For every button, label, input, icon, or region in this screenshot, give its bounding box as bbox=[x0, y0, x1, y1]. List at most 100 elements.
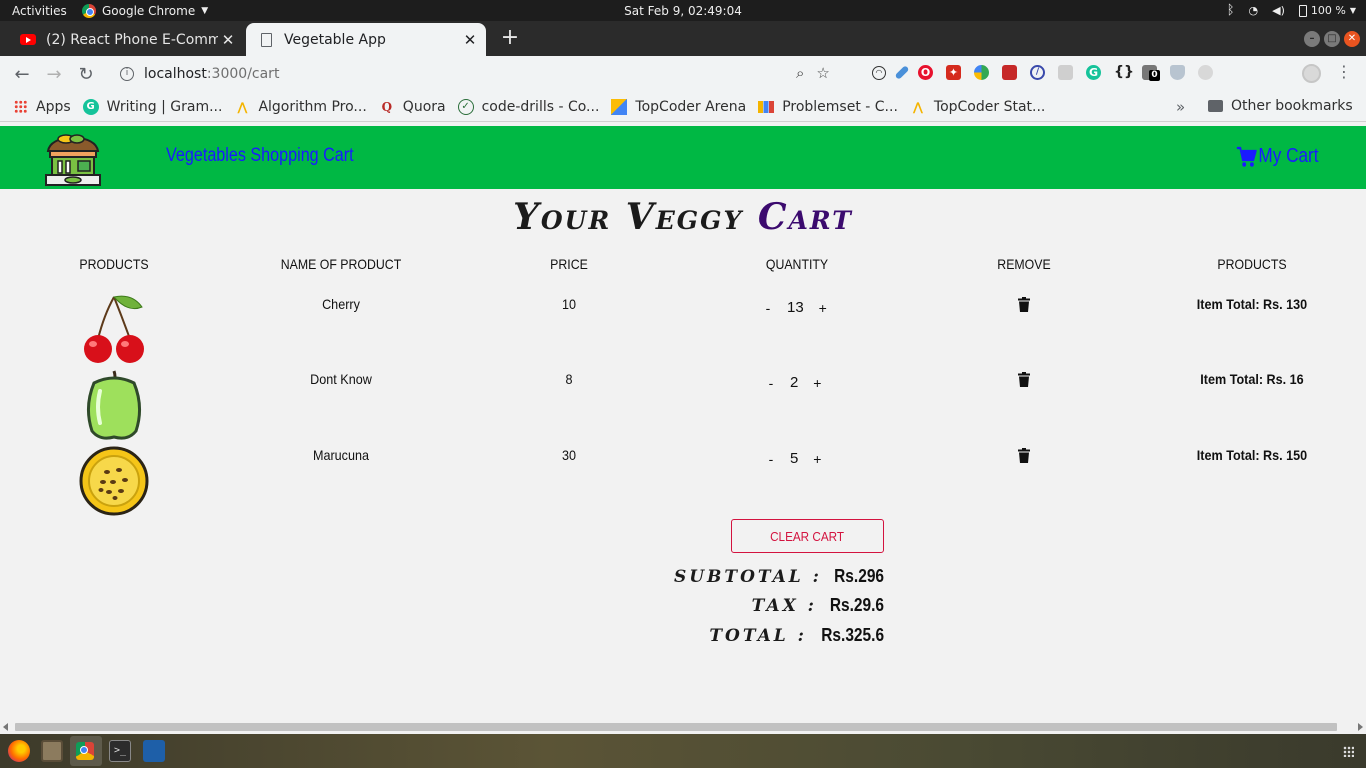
book-icon[interactable] bbox=[1002, 65, 1017, 80]
scroll-left-icon[interactable] bbox=[3, 723, 8, 731]
address-bar[interactable]: i localhost:3000/cart bbox=[108, 59, 858, 89]
clear-cart-label: clear cart bbox=[770, 528, 845, 544]
window-icon[interactable] bbox=[1058, 65, 1073, 80]
system-tray[interactable]: ᛒ ◔ ◀) 100 % ▼ bbox=[1227, 0, 1356, 21]
taskbar: >_ bbox=[0, 734, 1366, 768]
trash-icon[interactable] bbox=[1018, 448, 1030, 463]
info-icon[interactable]: i bbox=[120, 67, 134, 81]
bookmark-quora[interactable]: Q Quora bbox=[379, 99, 446, 115]
tab-react-phone[interactable]: (2) React Phone E-Comme ✕ bbox=[8, 23, 244, 56]
reload-icon[interactable]: ↻ bbox=[70, 64, 102, 85]
firefox-icon[interactable] bbox=[8, 740, 30, 762]
globe-icon[interactable] bbox=[974, 65, 989, 80]
quantity-value: 5 bbox=[790, 450, 799, 467]
extensions: ◠ O ✦ / G {} 0 bbox=[872, 65, 1213, 81]
bookmark-label: Apps bbox=[36, 98, 71, 115]
brand-link[interactable]: Vegetables Shopping Cart bbox=[166, 145, 354, 167]
other-bookmarks[interactable]: Other bookmarks bbox=[1208, 98, 1353, 114]
bookmark-star-icon[interactable]: ☆ bbox=[816, 64, 829, 82]
increment-button[interactable]: + bbox=[812, 375, 822, 391]
decrement-button[interactable]: - bbox=[766, 451, 776, 467]
forward-icon[interactable]: → bbox=[38, 64, 70, 85]
activities-button[interactable]: Activities bbox=[0, 4, 82, 18]
close-window-icon[interactable]: ✕ bbox=[1344, 31, 1360, 47]
bookmark-writing[interactable]: G Writing | Gram... bbox=[82, 98, 222, 115]
bookmark-topcoder-stat[interactable]: ⋀ TopCoder Stat... bbox=[910, 99, 1046, 115]
trash-icon[interactable] bbox=[1018, 297, 1030, 312]
clipboard-icon[interactable]: 0 bbox=[1142, 65, 1160, 81]
bookmark-label: TopCoder Arena bbox=[635, 98, 747, 115]
profile-avatar[interactable] bbox=[1302, 64, 1321, 83]
menu-icon[interactable]: ⋮ bbox=[1336, 62, 1352, 82]
subtotal-label: subtotal : bbox=[673, 567, 822, 587]
decrement-button[interactable]: - bbox=[763, 300, 773, 316]
subtotal-row: subtotal : Rs.296 bbox=[674, 566, 884, 587]
my-cart-link[interactable]: My Cart bbox=[1236, 145, 1319, 168]
bookmark-apps[interactable]: Apps bbox=[12, 99, 71, 115]
bookmark-problemset[interactable]: Problemset - C... bbox=[758, 99, 898, 115]
minimize-icon[interactable]: – bbox=[1304, 31, 1320, 47]
speedometer-icon[interactable]: ◠ bbox=[872, 65, 886, 80]
back-icon[interactable]: ← bbox=[6, 64, 38, 85]
browser-tab-strip: (2) React Phone E-Comme ✕ Vegetable App … bbox=[0, 21, 1366, 56]
wifi-icon[interactable]: ◔ bbox=[1249, 4, 1259, 17]
terminal-icon[interactable]: >_ bbox=[109, 740, 131, 762]
tab-vegetable-app[interactable]: Vegetable App ✕ bbox=[246, 23, 486, 56]
bluetooth-icon[interactable]: ᛒ bbox=[1227, 3, 1235, 18]
chrome-icon[interactable] bbox=[76, 742, 94, 760]
clear-cart-button[interactable]: clear cart bbox=[731, 519, 884, 553]
clock[interactable]: Sat Feb 9, 02:49:04 bbox=[624, 4, 742, 18]
shield-icon[interactable] bbox=[1170, 65, 1185, 80]
column-header-price: price bbox=[550, 256, 588, 272]
quantity-stepper: - 2 + bbox=[766, 374, 822, 391]
url-path: :3000/cart bbox=[206, 66, 280, 82]
app-menu-label: Google Chrome bbox=[102, 3, 196, 18]
chevron-down-icon: ▼ bbox=[201, 5, 209, 16]
opera-icon[interactable]: O bbox=[918, 65, 933, 80]
pen-icon[interactable] bbox=[894, 65, 910, 80]
item-total: Item Total: Rs. 16 bbox=[1200, 371, 1304, 387]
battery-icon[interactable] bbox=[1298, 4, 1307, 17]
grammarly-icon: G bbox=[82, 98, 99, 115]
page-title: Your Veggy Cart bbox=[0, 196, 1366, 238]
item-total: Item Total: Rs. 150 bbox=[1196, 447, 1308, 463]
window-controls: – □ ✕ bbox=[1304, 31, 1360, 47]
zoom-icon[interactable]: ⌕ bbox=[796, 64, 804, 82]
new-tab-button[interactable]: + bbox=[498, 27, 522, 49]
puzzle-icon[interactable]: ✦ bbox=[946, 65, 961, 80]
bookmark-label: Quora bbox=[402, 98, 446, 115]
bookmark-topcoder-arena[interactable]: TopCoder Arena bbox=[611, 98, 747, 115]
circle-extension-icon[interactable] bbox=[1198, 65, 1213, 80]
json-braces-icon[interactable]: {} bbox=[1114, 65, 1134, 80]
increment-button[interactable]: + bbox=[812, 451, 822, 467]
close-tab-icon[interactable]: ✕ bbox=[218, 31, 238, 49]
horizontal-scrollbar[interactable] bbox=[0, 720, 1366, 734]
app-menu[interactable]: Google Chrome ▼ bbox=[82, 3, 209, 18]
column-header-remove: remove bbox=[997, 256, 1051, 272]
topcoder-icon bbox=[611, 98, 628, 115]
total-value: Rs.325.6 bbox=[821, 625, 884, 645]
extension-badge: 0 bbox=[1149, 70, 1160, 81]
volume-icon[interactable]: ◀) bbox=[1272, 4, 1285, 17]
grammarly-icon[interactable]: G bbox=[1086, 65, 1101, 80]
bookmark-algorithm[interactable]: ⋀ Algorithm Pro... bbox=[234, 99, 366, 115]
bookmark-code-drills[interactable]: ✓ code-drills - Co... bbox=[457, 98, 599, 115]
vscode-icon[interactable] bbox=[143, 740, 165, 762]
block-icon[interactable]: / bbox=[1030, 65, 1045, 80]
tax-label: tax : bbox=[751, 596, 817, 616]
store-logo-icon[interactable] bbox=[44, 131, 102, 187]
battery-percent: 100 % bbox=[1310, 4, 1346, 17]
trash-icon[interactable] bbox=[1018, 372, 1030, 387]
bookmark-label: Problemset - C... bbox=[782, 98, 898, 115]
more-bookmarks-icon[interactable]: » bbox=[1176, 98, 1185, 116]
product-price: 8 bbox=[565, 371, 573, 387]
show-apps-icon[interactable] bbox=[1343, 746, 1354, 757]
files-icon[interactable] bbox=[41, 740, 63, 762]
increment-button[interactable]: + bbox=[818, 300, 828, 316]
close-tab-icon[interactable]: ✕ bbox=[460, 31, 480, 49]
chevron-down-icon[interactable]: ▼ bbox=[1350, 6, 1356, 15]
scroll-right-icon[interactable] bbox=[1358, 723, 1363, 731]
scrollbar-thumb[interactable] bbox=[15, 723, 1337, 731]
decrement-button[interactable]: - bbox=[766, 375, 776, 391]
maximize-icon[interactable]: □ bbox=[1324, 31, 1340, 47]
